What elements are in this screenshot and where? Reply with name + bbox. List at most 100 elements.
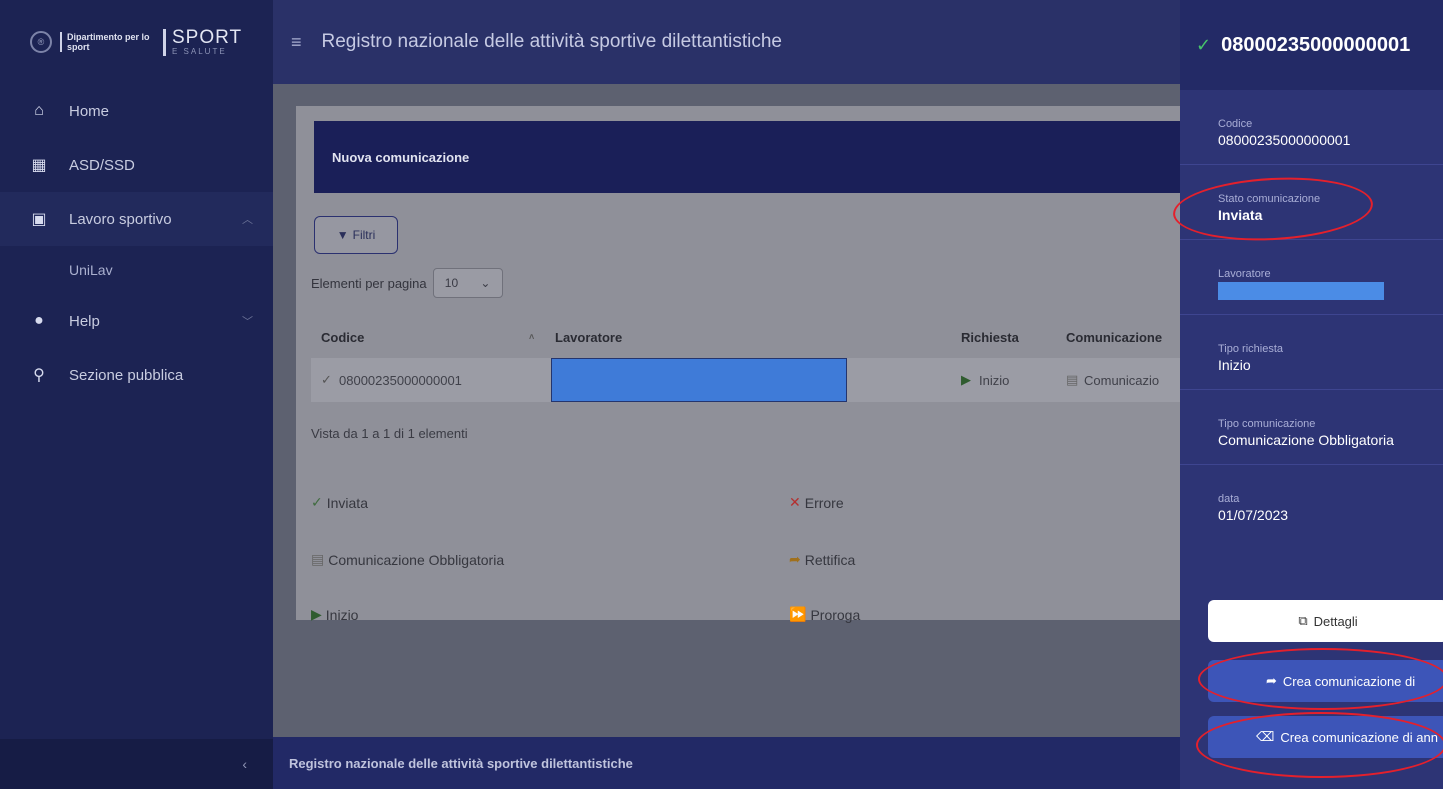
fast-forward-icon: ⏩ (789, 606, 807, 622)
create-cancel-label: Crea comunicazione di ann (1280, 729, 1438, 745)
create-rectify-button[interactable]: ➦ Crea comunicazione di (1208, 660, 1443, 702)
filter-label: Filtri (352, 228, 376, 242)
field-label: Lavoratore (1218, 268, 1271, 280)
card-title: Nuova comunicazione (314, 121, 1181, 193)
share-icon: ➦ (1266, 673, 1277, 688)
sidebar-item-label: Help (69, 312, 100, 330)
sidebar-item-label: Home (69, 102, 110, 120)
legend-proroga: ⏩ Proroga (789, 606, 860, 623)
emblem-icon: ® (30, 31, 52, 53)
chevron-left-icon: ‹ (242, 756, 247, 772)
per-page-control: Elementi per pagina 10 ⌄ (311, 268, 503, 298)
field-value: Inviata (1218, 207, 1263, 223)
legend-label: Inizio (325, 606, 359, 623)
field-tipo-comunicazione: Tipo comunicazione Comunicazione Obbliga… (1180, 390, 1443, 465)
logo-brand-subtitle: E SALUTE (172, 46, 227, 56)
field-value: Inizio (1218, 357, 1251, 373)
pagination-summary: Vista da 1 a 1 di 1 elementi (311, 426, 468, 441)
sidebar-collapse-button[interactable]: ‹ (0, 739, 273, 789)
column-header-lavoratore[interactable]: Lavoratore (555, 317, 622, 357)
home-icon: ⌂ (34, 102, 44, 119)
column-header-codice[interactable]: Codice (321, 317, 364, 357)
per-page-select[interactable]: 10 ⌄ (432, 268, 503, 298)
redaction-bar (1218, 282, 1384, 300)
legend-label: Proroga (810, 606, 861, 623)
document-icon: ▤ (1066, 372, 1079, 387)
field-label: Codice (1218, 118, 1253, 130)
chevron-down-icon: ⌄ (480, 276, 491, 290)
search-icon: ⚲ (33, 367, 45, 384)
filter-icon: ▼ (336, 228, 349, 242)
field-value: Comunicazione Obbligatoria (1218, 432, 1394, 448)
field-label: data (1218, 493, 1240, 505)
row-code: 08000235000000001 (339, 372, 462, 388)
sidebar-item-home[interactable]: ⌂ Home (0, 84, 273, 138)
per-page-value: 10 (444, 276, 459, 290)
column-header-comunicazione[interactable]: Comunicazione (1066, 317, 1162, 357)
field-stato-comunicazione: Stato comunicazione Inviata (1180, 165, 1443, 240)
share-icon: ➦ (789, 551, 801, 567)
field-data: data 01/07/2023 (1180, 465, 1443, 540)
sidebar-item-unilav[interactable]: UniLav (0, 246, 273, 294)
main-content: Nuova comunicazione ▼ Filtri Elementi pe… (273, 84, 1196, 737)
page-title: Registro nazionale delle attività sporti… (321, 31, 782, 52)
details-button[interactable]: ⧉ Dettagli (1208, 600, 1443, 642)
field-tipo-richiesta: Tipo richiesta Inizio (1180, 315, 1443, 390)
legend-inviata: ✓ Inviata (311, 494, 368, 511)
sidebar-item-label: Lavoro sportivo (69, 210, 172, 228)
menu-icon[interactable]: ≡ (291, 32, 302, 53)
row-communication: Comunicazio (1084, 372, 1160, 388)
logo[interactable]: ® Dipartimento per lo sport SPORT E SALU… (0, 0, 273, 84)
legend-errore: ✕ Errore (789, 494, 844, 511)
check-icon: ✓ (311, 494, 323, 510)
sidebar: ® Dipartimento per lo sport SPORT E SALU… (0, 0, 273, 789)
help-icon: ● (34, 312, 44, 329)
table-row[interactable]: ✓ 08000235000000001 ▶ Inizio ▤ Comunicaz… (311, 358, 1196, 402)
detail-panel: ✓ 08000235000000001 Codice 0800023500000… (1180, 0, 1443, 789)
logo-brand: SPORT E SALUTE (163, 28, 242, 56)
legend-label: Comunicazione Obbligatoria (328, 551, 505, 568)
copy-icon: ⧉ (1298, 613, 1308, 628)
sidebar-item-asd-ssd[interactable]: ▦ ASD/SSD (0, 138, 273, 192)
legend-inizio: ▶ Inizio (311, 606, 358, 623)
row-request: Inizio (979, 372, 1010, 388)
check-icon: ✓ (321, 372, 332, 387)
legend-rettifica: ➦ Rettifica (789, 551, 855, 568)
logo-department: Dipartimento per lo sport (60, 32, 155, 52)
redaction-bar (551, 358, 847, 402)
create-rectify-label: Crea comunicazione di (1282, 673, 1416, 689)
briefcase-icon: ▣ (31, 211, 47, 228)
table-header: Codice ˄ Lavoratore Richiesta Comunicazi… (311, 317, 1196, 357)
play-icon: ▶ (961, 372, 971, 387)
sort-icon[interactable]: ˄ (529, 317, 534, 357)
field-codice: Codice 08000235000000001 (1180, 90, 1443, 165)
create-cancel-button[interactable]: ⌫ Crea comunicazione di ann (1208, 716, 1443, 758)
communications-card: Nuova comunicazione ▼ Filtri Elementi pe… (296, 106, 1196, 623)
legend-label: Rettifica (804, 551, 856, 568)
field-label: Tipo comunicazione (1218, 418, 1316, 430)
field-value: 01/07/2023 (1218, 507, 1289, 523)
column-header-richiesta[interactable]: Richiesta (961, 317, 1019, 357)
panel-title: 08000235000000001 (1221, 33, 1411, 56)
document-icon: ▤ (311, 551, 325, 567)
field-value: 08000235000000001 (1218, 132, 1351, 148)
sidebar-item-label: UniLav (69, 262, 113, 278)
sidebar-item-help[interactable]: ● Help ﹀ (0, 294, 273, 348)
panel-header: ✓ 08000235000000001 (1180, 0, 1443, 90)
x-icon: ✕ (789, 494, 801, 510)
details-label: Dettagli (1313, 613, 1358, 629)
filter-button[interactable]: ▼ Filtri (314, 216, 398, 254)
sidebar-item-sezione-pubblica[interactable]: ⚲ Sezione pubblica (0, 348, 273, 402)
field-label: Stato comunicazione (1218, 193, 1321, 205)
chevron-down-icon: ﹀ (242, 316, 253, 328)
sidebar-item-label: Sezione pubblica (69, 366, 184, 384)
sidebar-item-lavoro-sportivo[interactable]: ▣ Lavoro sportivo ︿ (0, 192, 273, 246)
page-footer: Registro nazionale delle attività sporti… (273, 737, 1180, 789)
legend-label: Errore (804, 494, 844, 511)
field-lavoratore: Lavoratore (1180, 240, 1443, 315)
backspace-icon: ⌫ (1256, 729, 1275, 744)
sidebar-item-label: ASD/SSD (69, 156, 135, 174)
check-icon: ✓ (1196, 34, 1212, 55)
chevron-up-icon: ︿ (242, 214, 253, 226)
legend-label: Inviata (326, 494, 368, 511)
